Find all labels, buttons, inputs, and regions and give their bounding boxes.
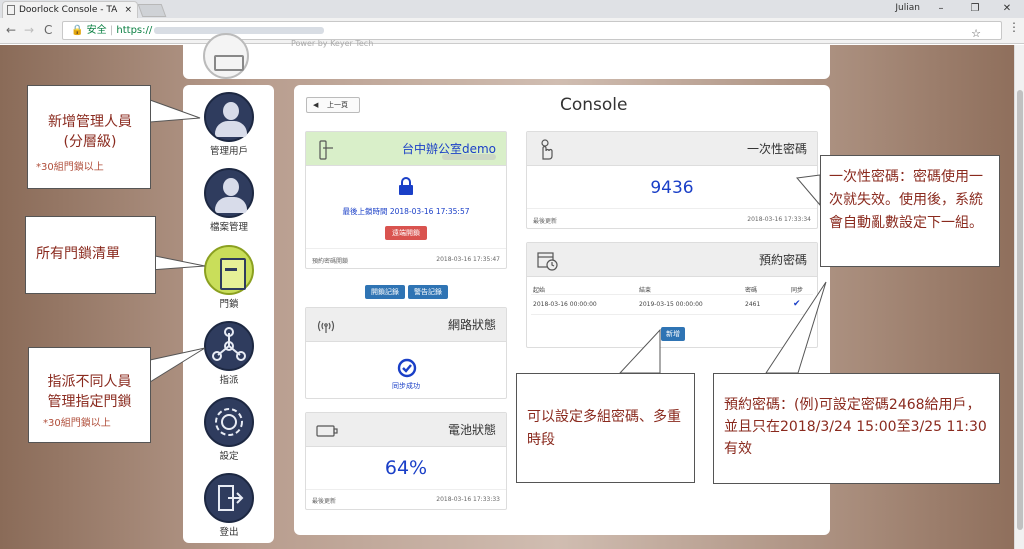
- annotation-text: 指派不同人員 管理指定門鎖: [47, 374, 132, 410]
- annotation-add-admin: 新增管理人員 (分層級) *30組門鎖以上: [27, 85, 151, 189]
- annotation-text: 新增管理人員 (分層級): [48, 114, 132, 150]
- annotation-all-locks: 所有門鎖清單: [25, 216, 156, 294]
- annotation-assign: 指派不同人員 管理指定門鎖 *30組門鎖以上: [28, 347, 151, 443]
- annotation-note: *30組門鎖以上: [43, 418, 111, 429]
- annotation-schedule: 預約密碼：(例)可設定密碼2468給用戶，並且只在2018/3/24 15:00…: [713, 373, 1000, 484]
- annotation-multi-schedule: 可以設定多組密碼、多重時段: [516, 373, 695, 483]
- annotation-note: *30組門鎖以上: [36, 162, 104, 173]
- annotation-otp: 一次性密碼：密碼使用一次就失效。使用後，系統會自動亂數設定下一組。: [820, 155, 1000, 267]
